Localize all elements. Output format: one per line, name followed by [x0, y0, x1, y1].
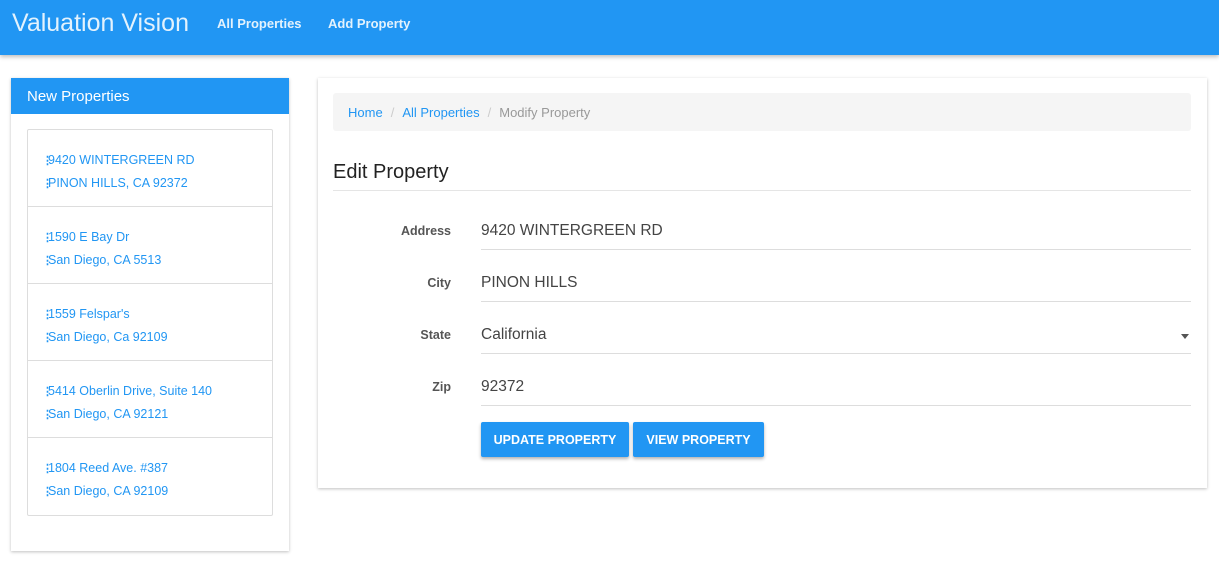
nav-add-property[interactable]: Add Property — [328, 16, 410, 31]
brand-title[interactable]: Valuation Vision — [12, 9, 189, 38]
list-item-address[interactable]: 1559 Felspar's — [48, 307, 130, 321]
new-properties-panel: New Properties ⋮9420 WINTERGREEN RD ⋮PIN… — [11, 78, 289, 551]
list-item-city[interactable]: PINON HILLS, CA 92372 — [48, 176, 188, 190]
list-item-city[interactable]: San Diego, CA 92121 — [48, 407, 168, 421]
state-select[interactable]: California — [481, 318, 1191, 354]
list-item-city[interactable]: San Diego, CA 92109 — [48, 484, 168, 498]
breadcrumb: Home / All Properties / Modify Property — [333, 93, 1191, 131]
list-item-city[interactable]: San Diego, CA 5513 — [48, 253, 161, 267]
list-item[interactable]: ⋮1559 Felspar's ⋮San Diego, Ca 92109 — [28, 284, 272, 361]
city-row: City PINON HILLS — [333, 266, 1191, 302]
update-property-button[interactable]: UPDATE PROPERTY — [481, 422, 629, 457]
address-label: Address — [400, 224, 451, 238]
list-item[interactable]: ⋮1804 Reed Ave. #387 ⋮San Diego, CA 9210… — [28, 438, 272, 515]
address-row: Address 9420 WINTERGREEN RD — [333, 214, 1191, 250]
title-divider — [333, 190, 1191, 191]
city-field[interactable]: PINON HILLS — [481, 266, 1191, 302]
top-navbar: Valuation Vision All Properties Add Prop… — [0, 0, 1219, 55]
list-item-address[interactable]: 5414 Oberlin Drive, Suite 140 — [48, 384, 212, 398]
property-list: ⋮9420 WINTERGREEN RD ⋮PINON HILLS, CA 92… — [27, 129, 273, 516]
breadcrumb-separator: / — [390, 105, 395, 120]
panel-title: New Properties — [11, 78, 289, 114]
state-row: State California — [333, 318, 1191, 354]
caret-down-icon[interactable] — [1181, 334, 1189, 339]
list-item-address[interactable]: 9420 WINTERGREEN RD — [48, 153, 195, 167]
breadcrumb-separator: / — [487, 105, 492, 120]
zip-row: Zip 92372 — [333, 370, 1191, 406]
list-item-address[interactable]: 1804 Reed Ave. #387 — [48, 461, 168, 475]
zip-field[interactable]: 92372 — [481, 370, 1191, 406]
list-item[interactable]: ⋮9420 WINTERGREEN RD ⋮PINON HILLS, CA 92… — [28, 130, 272, 207]
list-item-address[interactable]: 1590 E Bay Dr — [48, 230, 129, 244]
state-label: State — [420, 328, 451, 342]
list-item[interactable]: ⋮5414 Oberlin Drive, Suite 140 ⋮San Dieg… — [28, 361, 272, 438]
list-item[interactable]: ⋮1590 E Bay Dr ⋮San Diego, CA 5513 — [28, 207, 272, 284]
city-label: City — [427, 276, 451, 290]
nav-all-properties[interactable]: All Properties — [217, 16, 302, 31]
view-property-button[interactable]: VIEW PROPERTY — [633, 422, 764, 457]
breadcrumb-all-properties[interactable]: All Properties — [402, 105, 479, 120]
breadcrumb-home[interactable]: Home — [348, 105, 383, 120]
zip-label: Zip — [432, 380, 451, 394]
list-item-city[interactable]: San Diego, Ca 92109 — [48, 330, 168, 344]
state-selected-value: California — [481, 326, 547, 343]
page-title: Edit Property — [333, 161, 449, 183]
edit-property-card: Home / All Properties / Modify Property Edit… — [318, 78, 1207, 488]
address-field[interactable]: 9420 WINTERGREEN RD — [481, 214, 1191, 250]
breadcrumb-current: Modify Property — [499, 105, 591, 120]
